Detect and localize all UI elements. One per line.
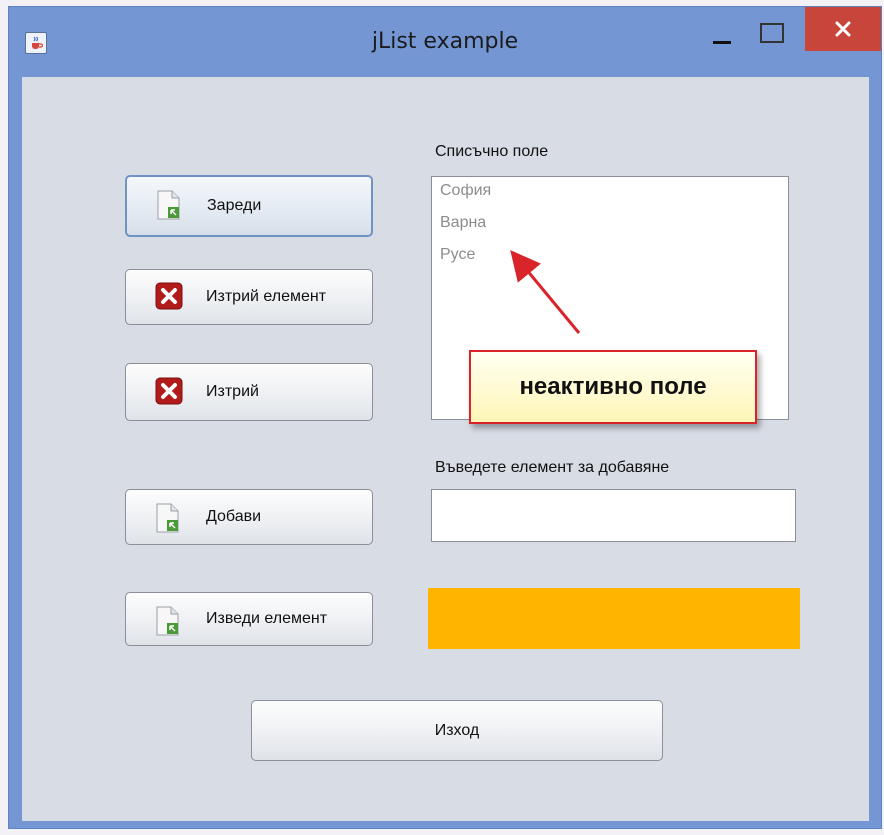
minimize-button[interactable]	[713, 41, 731, 44]
close-button[interactable]	[805, 7, 881, 51]
maximize-button[interactable]	[760, 23, 784, 43]
window-title: jList example	[371, 29, 519, 54]
inactive-field-callout: неактивно поле	[469, 350, 757, 424]
annotation-arrow-icon	[510, 250, 581, 334]
app-window: jList example Зареди Изтрий елемент Изтр…	[8, 6, 882, 829]
title-bar[interactable]: jList example	[9, 7, 881, 77]
close-icon	[835, 21, 851, 37]
client-area: Зареди Изтрий елемент Изтрий Добави Изве…	[22, 77, 869, 821]
